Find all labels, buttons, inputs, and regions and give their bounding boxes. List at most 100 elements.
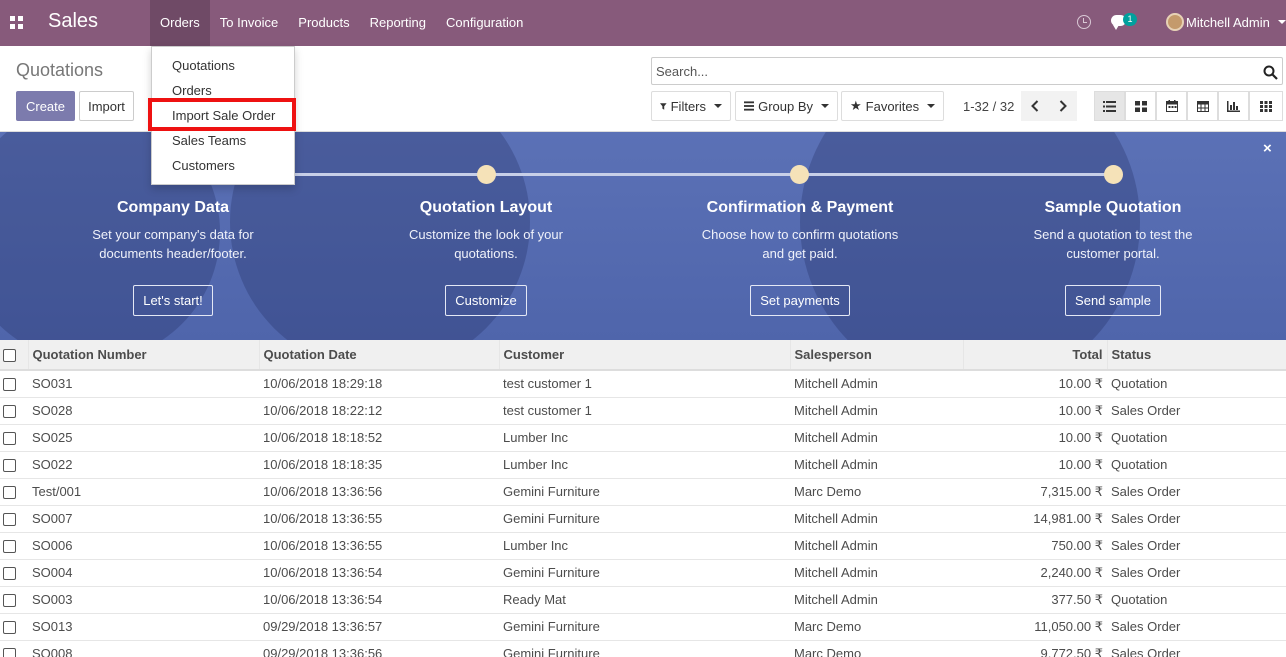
set-payments-button[interactable]: Set payments (750, 285, 850, 316)
step-description: Choose how to confirm quotations and get … (701, 227, 899, 261)
total-cell: 9,772.50 ₹ (963, 640, 1107, 657)
table-row[interactable]: SO007 10/06/2018 13:36:55 Gemini Furniture… (0, 505, 1286, 533)
app-title[interactable]: Sales (48, 10, 98, 33)
pager-value[interactable]: 1-32 / 32 (963, 99, 1014, 114)
column-header-salesperson[interactable]: Salesperson (790, 340, 964, 371)
row-checkbox[interactable] (3, 621, 16, 635)
row-checkbox[interactable] (3, 567, 16, 581)
calendar-view-icon (1165, 100, 1178, 112)
menu-reporting[interactable]: Reporting (360, 0, 436, 46)
row-checkbox[interactable] (3, 432, 16, 446)
send-sample-button[interactable]: Send sample (1065, 285, 1161, 316)
graph-view-icon (1227, 100, 1240, 112)
chevron-down-icon[interactable] (1278, 20, 1286, 24)
top-navbar: Sales Orders To Invoice Products Reporti… (0, 0, 1286, 46)
table-row[interactable]: SO013 09/29/2018 13:36:57 Gemini Furniture… (0, 613, 1286, 641)
row-select-cell (0, 640, 28, 657)
row-checkbox[interactable] (3, 648, 16, 657)
table-row[interactable]: SO008 09/29/2018 13:36:56 Gemini Furniture… (0, 640, 1286, 657)
calendar-view-button[interactable] (1156, 91, 1187, 121)
menu-to-invoice[interactable]: To Invoice (210, 0, 289, 46)
search-input[interactable] (656, 62, 1246, 80)
column-header-customer[interactable]: Customer (499, 340, 791, 371)
total-cell: 750.00 ₹ (963, 532, 1107, 560)
row-select-cell (0, 505, 28, 533)
table-row[interactable]: SO025 10/06/2018 18:18:52 Lumber Inc Mitche… (0, 424, 1286, 452)
table-row[interactable]: SO003 10/06/2018 13:36:54 Ready Mat Mitchel… (0, 586, 1286, 614)
customize-button[interactable]: Customize (445, 285, 527, 316)
row-checkbox[interactable] (3, 405, 16, 419)
customer-cell: Gemini Furniture (499, 559, 790, 587)
row-select-cell (0, 559, 28, 587)
row-checkbox[interactable] (3, 459, 16, 473)
highlight-annotation-box (148, 98, 296, 131)
row-checkbox[interactable] (3, 540, 16, 554)
table-header-row: Quotation Number Quotation Date Customer… (0, 340, 1286, 371)
quotation-date-cell: 10/06/2018 18:29:18 (259, 370, 499, 398)
step-description: Customize the look of your quotations. (409, 227, 563, 261)
main-menu: Orders To Invoice Products Reporting Con… (150, 0, 533, 46)
chevron-right-icon (1059, 100, 1067, 112)
user-menu[interactable]: Mitchell Admin (1186, 15, 1270, 30)
menu-orders[interactable]: Orders (150, 0, 210, 46)
dropdown-item-customers[interactable]: Customers (172, 158, 235, 173)
salesperson-cell: Mitchell Admin (790, 505, 963, 533)
row-checkbox[interactable] (3, 486, 16, 500)
dropdown-item-sales-teams[interactable]: Sales Teams (172, 133, 246, 148)
table-row[interactable]: SO004 10/06/2018 13:36:54 Gemini Furniture… (0, 559, 1286, 587)
row-checkbox[interactable] (3, 513, 16, 527)
graph-view-button[interactable] (1218, 91, 1249, 121)
table-row[interactable]: SO022 10/06/2018 18:18:35 Lumber Inc Mitche… (0, 451, 1286, 479)
status-cell: Sales Order (1107, 559, 1286, 587)
step-title: Sample Quotation (1044, 199, 1182, 216)
status-cell: Quotation (1107, 451, 1286, 479)
select-all-checkbox[interactable] (3, 349, 16, 363)
kanban-view-button[interactable] (1125, 91, 1156, 121)
row-checkbox[interactable] (3, 594, 16, 608)
column-header-total[interactable]: Total (963, 340, 1108, 371)
column-header-status[interactable]: Status (1107, 340, 1286, 371)
total-cell: 11,050.00 ₹ (963, 613, 1107, 641)
table-row[interactable]: Test/001 10/06/2018 13:36:56 Gemini Furnit… (0, 478, 1286, 506)
column-header-quotation-date[interactable]: Quotation Date (259, 340, 500, 371)
search-icon[interactable] (1263, 65, 1278, 80)
customer-cell: Lumber Inc (499, 532, 790, 560)
status-cell: Sales Order (1107, 613, 1286, 641)
table-row[interactable]: SO028 10/06/2018 18:22:12 test customer 1M… (0, 397, 1286, 425)
groupby-button[interactable]: Group By (735, 91, 838, 121)
pivot-view-button[interactable] (1187, 91, 1218, 121)
select-all-cell (0, 340, 29, 371)
filters-button[interactable]: Filters (651, 91, 731, 121)
create-button[interactable]: Create (16, 91, 75, 121)
pager-previous-button[interactable] (1021, 91, 1049, 121)
quotations-table: Quotation Number Quotation Date Customer… (0, 340, 1286, 657)
quotation-date-cell: 10/06/2018 13:36:54 (259, 586, 499, 614)
table-row[interactable]: SO006 10/06/2018 13:36:55 Lumber Inc Mitche… (0, 532, 1286, 560)
apps-menu-icon[interactable] (10, 16, 23, 29)
star-icon: ★ (850, 98, 862, 113)
row-select-cell (0, 478, 28, 506)
close-icon[interactable]: × (1263, 140, 1272, 157)
import-button[interactable]: Import (79, 91, 134, 121)
customer-cell: Lumber Inc (499, 424, 790, 452)
dropdown-item-orders[interactable]: Orders (172, 83, 212, 98)
dropdown-item-quotations[interactable]: Quotations (172, 58, 235, 73)
message-count-badge: 1 (1123, 13, 1137, 26)
row-checkbox[interactable] (3, 378, 16, 392)
user-avatar[interactable] (1166, 13, 1184, 31)
pager-next-button[interactable] (1049, 91, 1077, 121)
table-row[interactable]: SO031 10/06/2018 18:29:18 test customer 1M… (0, 370, 1286, 398)
lets-start-button[interactable]: Let's start! (133, 285, 213, 316)
customer-cell: Ready Mat (499, 586, 790, 614)
favorites-button[interactable]: ★ Favorites (841, 91, 944, 121)
list-view-button[interactable] (1094, 91, 1125, 121)
activity-clock-icon[interactable] (1077, 15, 1091, 29)
bars-icon (744, 101, 755, 111)
column-header-quotation-number[interactable]: Quotation Number (28, 340, 260, 371)
quotation-date-cell: 09/29/2018 13:36:57 (259, 613, 499, 641)
chevron-left-icon (1031, 100, 1039, 112)
menu-products[interactable]: Products (288, 0, 359, 46)
customer-cell: Gemini Furniture (499, 640, 790, 657)
grid-view-button[interactable] (1249, 91, 1283, 121)
menu-configuration[interactable]: Configuration (436, 0, 533, 46)
